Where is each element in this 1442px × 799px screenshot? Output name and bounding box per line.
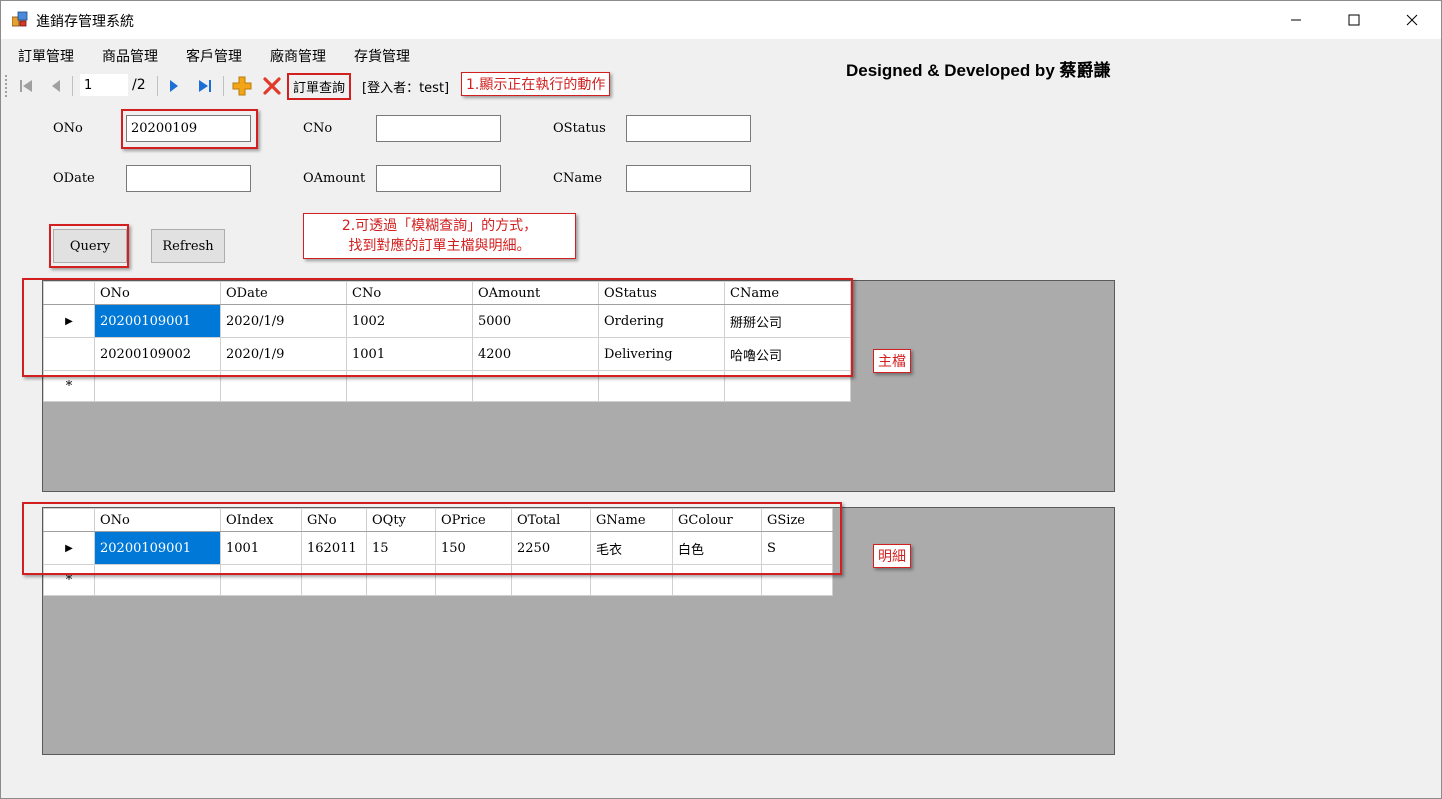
position-input[interactable] xyxy=(80,74,128,96)
toolbar-separator xyxy=(223,76,224,96)
move-first-button[interactable] xyxy=(15,75,37,97)
add-icon xyxy=(232,76,252,96)
annotation-note-2: 2.可透過「模糊查詢」的方式， 找到對應的訂單主檔與明細。 xyxy=(303,213,576,259)
login-user-label: [登入者：test] xyxy=(362,81,450,96)
oamount-field[interactable] xyxy=(376,165,501,192)
menu-order-management[interactable]: 訂單管理 xyxy=(18,46,74,66)
highlight-query xyxy=(49,224,129,268)
menu-inventory-management[interactable]: 存貨管理 xyxy=(354,46,410,66)
close-icon xyxy=(1406,14,1418,26)
ostatus-label: OStatus xyxy=(553,121,606,136)
move-next-icon xyxy=(170,80,178,92)
odate-label: ODate xyxy=(53,171,95,186)
toolbar-separator xyxy=(72,76,73,96)
minimize-button[interactable] xyxy=(1273,1,1319,39)
cno-field[interactable] xyxy=(376,115,501,142)
add-new-button[interactable] xyxy=(231,75,253,97)
delete-button[interactable] xyxy=(261,75,283,97)
record-count-label: /2 xyxy=(132,77,146,93)
ostatus-field[interactable] xyxy=(626,115,751,142)
annotation-master-label: 主檔 xyxy=(873,349,911,373)
cname-label: CName xyxy=(553,171,603,186)
minimize-icon xyxy=(1291,19,1301,21)
ono-label: ONo xyxy=(53,121,83,136)
toolbar-grip[interactable] xyxy=(5,75,10,97)
developer-credit: Designed & Developed by 蔡爵謙 xyxy=(846,61,1111,80)
move-last-button[interactable] xyxy=(194,75,216,97)
annotation-detail-label: 明細 xyxy=(873,544,911,568)
delete-icon xyxy=(263,77,281,95)
move-last-icon xyxy=(199,80,211,92)
current-action-label: 訂單查詢 xyxy=(287,73,352,100)
menu-product-management[interactable]: 商品管理 xyxy=(102,46,158,66)
close-button[interactable] xyxy=(1389,1,1435,39)
move-previous-icon xyxy=(52,80,60,92)
window-title: 進銷存管理系統 xyxy=(36,14,134,30)
move-next-button[interactable] xyxy=(163,75,185,97)
oamount-label: OAmount xyxy=(303,171,366,186)
app-icon xyxy=(12,11,28,27)
highlight-master xyxy=(22,278,853,377)
cname-field[interactable] xyxy=(626,165,751,192)
annotation-note-1: 1.顯示正在執行的動作 xyxy=(461,72,611,96)
annotation-note-2-line-2: 找到對應的訂單主檔與明細。 xyxy=(348,238,531,254)
odate-field[interactable] xyxy=(126,165,251,192)
cno-label: CNo xyxy=(303,121,333,136)
title-bar[interactable] xyxy=(1,1,1441,39)
toolbar-separator xyxy=(157,76,158,96)
maximize-button[interactable] xyxy=(1331,1,1377,39)
menu-vendor-management[interactable]: 廠商管理 xyxy=(270,46,326,66)
highlight-ono xyxy=(121,109,258,149)
move-first-icon xyxy=(20,80,32,92)
maximize-icon xyxy=(1348,14,1360,26)
move-previous-button[interactable] xyxy=(45,75,67,97)
highlight-detail xyxy=(22,502,842,575)
annotation-note-2-line-1: 2.可透過「模糊查詢」的方式， xyxy=(341,218,538,234)
menu-customer-management[interactable]: 客戶管理 xyxy=(186,46,242,66)
refresh-button[interactable]: Refresh xyxy=(151,229,225,263)
